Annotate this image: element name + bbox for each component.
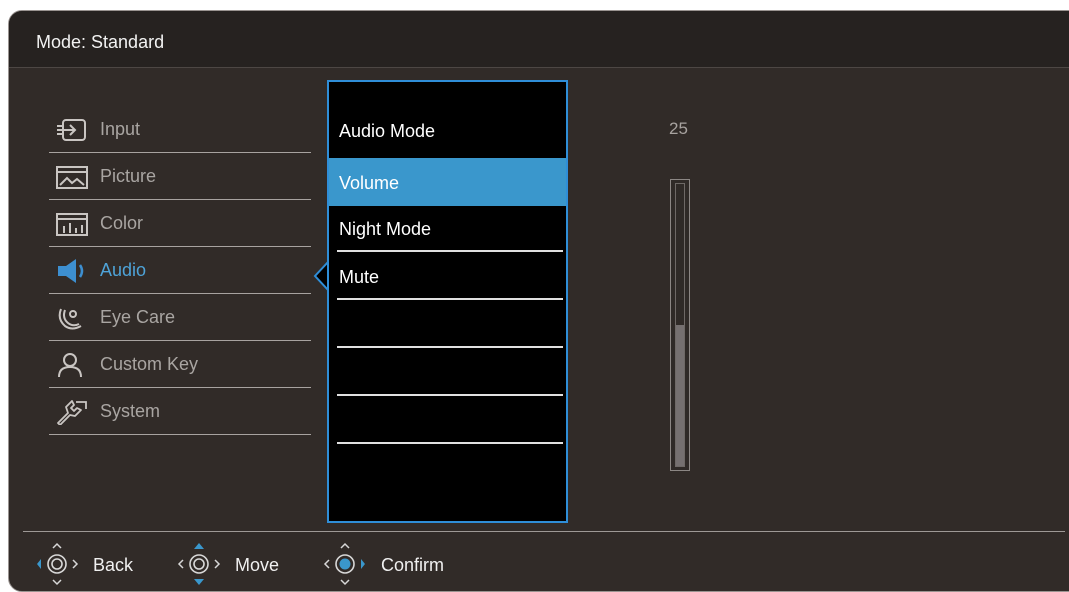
menu-item-eye-care[interactable]: Eye Care [49, 295, 311, 341]
volume-slider-inner [675, 183, 685, 467]
submenu-item-night-mode[interactable]: Night Mode [329, 204, 566, 252]
joystick-press-icon [323, 542, 365, 586]
eye-care-icon [58, 308, 82, 330]
joystick-up-down-icon [177, 543, 221, 585]
back-label: Back [93, 555, 134, 575]
submenu-divider [337, 442, 563, 444]
submenu-divider [337, 346, 563, 348]
volume-slider-fill [676, 325, 684, 466]
menu-label-input: Input [100, 119, 141, 139]
submenu-item-audio-mode[interactable]: Audio Mode [329, 106, 566, 154]
submenu-divider [337, 394, 563, 396]
menu-item-system[interactable]: System [49, 389, 311, 435]
submenu-label-mute: Mute [339, 267, 380, 287]
volume-value: 25 [669, 119, 688, 138]
menu-label-color: Color [100, 213, 144, 233]
volume-slider[interactable] [670, 179, 690, 471]
color-icon [56, 213, 88, 236]
joystick-left-icon [37, 542, 79, 586]
menu-item-audio[interactable]: Audio [49, 248, 311, 294]
menu-item-color[interactable]: Color [49, 201, 311, 247]
confirm-label: Confirm [381, 555, 445, 575]
input-icon [57, 119, 86, 141]
menu-label-custom-key: Custom Key [100, 354, 199, 374]
submenu-label-volume: Volume [339, 173, 400, 193]
footer-divider [23, 531, 1065, 532]
audio-icon [58, 259, 84, 283]
menu-label-picture: Picture [100, 166, 157, 186]
submenu-label-night-mode: Night Mode [339, 219, 432, 239]
picture-icon [56, 166, 88, 189]
custom-key-icon [58, 353, 82, 378]
submenu-label-audio-mode: Audio Mode [339, 121, 436, 141]
mode-title: Mode: Standard [36, 32, 165, 52]
menu-label-audio: Audio [100, 260, 147, 280]
title-bar: Mode: Standard [9, 11, 1069, 68]
menu-label-system: System [100, 401, 161, 421]
move-label: Move [235, 555, 280, 575]
submenu-divider [337, 298, 563, 300]
menu-item-input[interactable]: Input [49, 107, 311, 153]
submenu-item-mute[interactable]: Mute [329, 252, 566, 300]
menu-label-eye-care: Eye Care [100, 307, 176, 327]
audio-submenu: Audio Mode Volume Night Mode Mute [327, 80, 568, 523]
system-icon [57, 400, 87, 425]
menu-item-picture[interactable]: Picture [49, 154, 311, 200]
menu-item-custom-key[interactable]: Custom Key [49, 342, 311, 388]
osd-panel: Mode: Standard Input Picture Color Audio… [8, 10, 1069, 592]
submenu-item-volume[interactable]: Volume [329, 158, 566, 206]
